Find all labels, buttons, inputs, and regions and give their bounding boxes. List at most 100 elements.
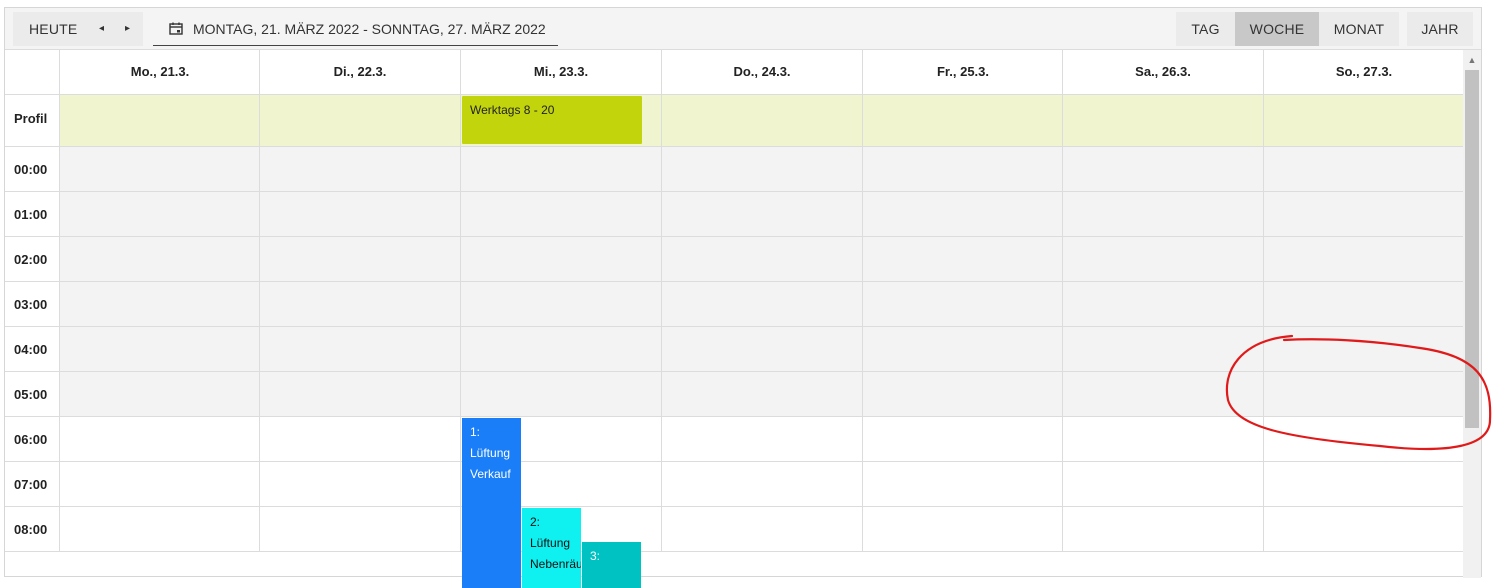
time-slot[interactable] [259, 147, 460, 191]
event-3[interactable]: 3: [582, 542, 641, 588]
view-month-button[interactable]: MONAT [1319, 12, 1399, 46]
time-slot[interactable] [1263, 282, 1463, 326]
today-button[interactable]: HEUTE [29, 12, 77, 46]
time-slot[interactable] [460, 147, 661, 191]
time-slot[interactable] [1263, 237, 1463, 281]
event-lueftung-verkauf[interactable]: 1: Lüftung Verkauf [462, 418, 521, 588]
profile-row-cells[interactable] [59, 95, 1463, 146]
hour-label: 02:00 [14, 252, 48, 267]
time-slot[interactable] [460, 282, 661, 326]
scroll-up-arrow-icon[interactable]: ▲ [1463, 52, 1481, 68]
day-header-label[interactable]: Mi., 23.3. [461, 50, 661, 94]
time-slot[interactable] [661, 327, 862, 371]
time-slot[interactable] [59, 417, 259, 461]
day-header-cell: Mi., 23.3. [460, 50, 661, 94]
time-slot[interactable] [259, 507, 460, 551]
time-slot[interactable] [259, 372, 460, 416]
time-slot[interactable] [661, 192, 862, 236]
time-slot[interactable] [59, 282, 259, 326]
time-slot[interactable] [59, 237, 259, 281]
time-slot[interactable] [1263, 507, 1463, 551]
time-slot[interactable] [661, 282, 862, 326]
time-slot[interactable] [862, 237, 1062, 281]
next-arrow-icon[interactable]: ▸ [125, 12, 130, 46]
time-slot[interactable] [1062, 372, 1263, 416]
time-slot[interactable] [862, 327, 1062, 371]
time-slot[interactable] [59, 372, 259, 416]
time-slot[interactable] [661, 372, 862, 416]
time-slot[interactable] [661, 417, 862, 461]
time-slot[interactable] [1263, 192, 1463, 236]
day-header-cell: So., 27.3. [1263, 50, 1463, 94]
time-slot[interactable] [59, 327, 259, 371]
day-header-cell: Fr., 25.3. [862, 50, 1063, 94]
time-slot[interactable] [862, 147, 1062, 191]
day-header-label[interactable]: Fr., 25.3. [863, 50, 1063, 94]
date-range-picker[interactable]: MONTAG, 21. MÄRZ 2022 - SONNTAG, 27. MÄR… [153, 12, 558, 46]
time-slot[interactable] [59, 147, 259, 191]
event-lueftung-nebenraeume[interactable]: 2: Lüftung Nebenräu [522, 508, 581, 588]
event-line: 3: [590, 549, 601, 563]
time-slot[interactable] [59, 192, 259, 236]
week-grid: Mo., 21.3. Di., 22.3. Mi., 23.3. Do., 24… [5, 50, 1463, 588]
time-slot[interactable] [862, 462, 1062, 506]
time-slot[interactable] [661, 147, 862, 191]
time-slot[interactable] [1062, 462, 1263, 506]
time-slot[interactable] [460, 372, 661, 416]
time-slot[interactable] [259, 462, 460, 506]
time-slot[interactable] [862, 372, 1062, 416]
hour-label: 08:00 [14, 522, 48, 537]
prev-arrow-icon[interactable]: ◂ [99, 12, 104, 46]
time-slot[interactable] [460, 327, 661, 371]
day-header-label[interactable]: Di., 22.3. [260, 50, 460, 94]
day-header-label[interactable]: Sa., 26.3. [1063, 50, 1263, 94]
date-range-text: MONTAG, 21. MÄRZ 2022 - SONNTAG, 27. MÄR… [193, 21, 546, 37]
day-header-label[interactable]: So., 27.3. [1264, 50, 1464, 94]
time-slot[interactable] [862, 192, 1062, 236]
time-slot[interactable] [460, 192, 661, 236]
time-slot[interactable] [259, 282, 460, 326]
time-slot[interactable] [1062, 417, 1263, 461]
time-slot[interactable] [259, 417, 460, 461]
column-divider [1062, 95, 1063, 146]
time-slot[interactable] [862, 282, 1062, 326]
time-slot[interactable] [259, 327, 460, 371]
time-slot[interactable] [259, 237, 460, 281]
hour-label: 01:00 [14, 207, 48, 222]
time-slot[interactable] [259, 192, 460, 236]
time-slot[interactable] [59, 507, 259, 551]
time-slot[interactable] [1263, 327, 1463, 371]
time-slot[interactable] [460, 237, 661, 281]
vertical-scrollbar[interactable]: ▲ [1463, 50, 1481, 578]
view-week-button[interactable]: WOCHE [1235, 12, 1319, 46]
view-year-button[interactable]: JAHR [1407, 12, 1473, 46]
time-slot[interactable] [1062, 192, 1263, 236]
column-divider [460, 95, 461, 146]
time-slot[interactable] [59, 462, 259, 506]
profile-row: Profil [5, 95, 1463, 147]
time-slot[interactable] [661, 507, 862, 551]
hour-row: 02:00 [5, 237, 1463, 282]
time-slot[interactable] [1062, 237, 1263, 281]
time-slot[interactable] [862, 507, 1062, 551]
time-slot[interactable] [1263, 417, 1463, 461]
profile-event[interactable]: Werktags 8 - 20 [462, 96, 642, 144]
time-slot[interactable] [1263, 147, 1463, 191]
day-header-label[interactable]: Do., 24.3. [662, 50, 862, 94]
calendar-widget: HEUTE ◂ ▸ MONTAG, 21. MÄRZ 2022 - SONNTA… [4, 7, 1482, 588]
time-slot[interactable] [862, 417, 1062, 461]
day-header-label[interactable]: Mo., 21.3. [60, 50, 260, 94]
time-slot[interactable] [661, 462, 862, 506]
time-slot[interactable] [1062, 147, 1263, 191]
time-slot[interactable] [1263, 372, 1463, 416]
scrollbar-thumb[interactable] [1465, 70, 1479, 428]
calendar-toolbar: HEUTE ◂ ▸ MONTAG, 21. MÄRZ 2022 - SONNTA… [5, 8, 1481, 50]
event-title: Werktags 8 - 20 [470, 103, 555, 117]
time-slot[interactable] [1062, 507, 1263, 551]
time-slot[interactable] [661, 237, 862, 281]
time-slot[interactable] [1062, 282, 1263, 326]
time-slot[interactable] [1263, 462, 1463, 506]
column-divider [862, 95, 863, 146]
view-day-button[interactable]: TAG [1176, 12, 1235, 46]
time-slot[interactable] [1062, 327, 1263, 371]
